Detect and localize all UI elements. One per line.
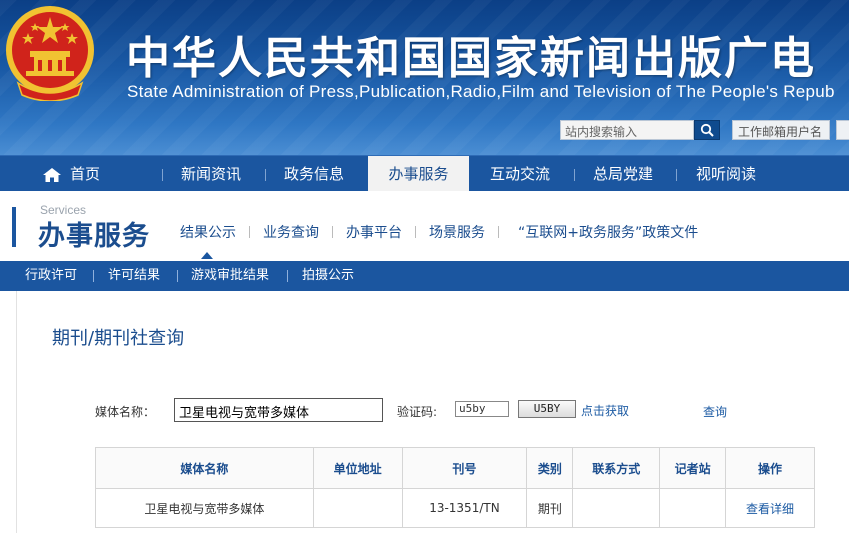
active-subnav-indicator [201,252,213,259]
cell-media-name: 卫星电视与宽带多媒体 [95,488,314,528]
site-search-input[interactable]: 站内搜索输入 [560,120,694,140]
cell-address [312,488,403,528]
tab-separator [93,270,94,282]
tab-license-results[interactable]: 许可结果 [108,261,160,291]
refresh-captcha-link[interactable]: 点击获取 [581,402,629,419]
search-button[interactable] [694,120,720,140]
nav-item-interaction[interactable]: 互动交流 [490,156,550,192]
table-row: 卫星电视与宽带多媒体 13-1351/TN 期刊 查看详细 [95,488,815,528]
subnav-separator [415,226,416,238]
tab-separator [287,270,288,282]
subnav-separator [332,226,333,238]
media-name-label: 媒体名称： [95,405,156,419]
main-nav: 首页 新闻资讯 政务信息 办事服务 互动交流 总局党建 视听阅读 [0,155,849,192]
page: 中华人民共和国国家新闻出版广电 State Administration of … [0,0,849,533]
column-header: 联系方式 [572,447,661,489]
nav-item-services[interactable]: 办事服务 [368,156,469,192]
tab-game-approval-results[interactable]: 游戏审批结果 [191,261,269,291]
nav-separator [574,169,575,181]
tab-administrative-licensing[interactable]: 行政许可 [25,261,77,291]
nav-item-home[interactable]: 首页 [42,156,100,192]
captcha-label: 验证码: [397,405,438,419]
subnav-separator [498,226,499,238]
site-title-cn: 中华人民共和国国家新闻出版广电 [126,33,816,84]
column-header: 类别 [526,447,574,489]
work-mail-username-input[interactable]: 工作邮箱用户名 [732,120,830,140]
subnav-item-service-platform[interactable]: 办事平台 [346,222,402,242]
section-title-cn: 办事服务 [38,221,150,252]
subnav-item-results[interactable]: 结果公示 [180,222,236,242]
nav-item-government-info[interactable]: 政务信息 [284,156,344,192]
nav-item-news[interactable]: 新闻资讯 [181,156,241,192]
column-header: 媒体名称 [95,447,314,489]
column-header: 单位地址 [312,447,403,489]
section-accent-bar [12,207,16,247]
captcha-input[interactable]: u5by [455,401,509,417]
national-emblem-icon [6,6,94,101]
home-icon [43,167,61,182]
cell-contact [572,488,661,528]
subnav-item-business-query[interactable]: 业务查询 [263,222,319,242]
column-header: 记者站 [659,447,727,489]
view-details-link[interactable]: 查看详细 [725,488,815,528]
mail-password-input[interactable] [836,120,849,140]
cell-category: 期刊 [526,488,574,528]
nav-separator [265,169,266,181]
column-header: 操作 [725,447,815,489]
tab-separator [177,270,178,282]
nav-separator [676,169,677,181]
subnav-item-policy-documents[interactable]: “互联网+政务服务”政策文件 [518,222,698,242]
query-button[interactable]: 查询 [703,403,727,420]
secondary-nav: 行政许可 许可结果 游戏审批结果 拍摄公示 [0,261,849,291]
cell-issue-number: 13-1351/TN [401,488,528,528]
page-title: 期刊/期刊社查询 [52,328,185,349]
captcha-image[interactable]: U5BY [518,400,576,418]
nav-separator [162,169,163,181]
table-header-row: 媒体名称 单位地址 刊号 类别 联系方式 记者站 操作 [95,447,815,489]
cell-reporter-station [659,488,727,528]
nav-item-label: 首页 [70,165,101,183]
subnav-separator [249,226,250,238]
column-header: 刊号 [401,447,528,489]
nav-item-audiovisual-reading[interactable]: 视听阅读 [696,156,756,192]
subnav-item-scene-service[interactable]: 场景服务 [429,222,485,242]
search-icon [700,123,714,137]
site-header: 中华人民共和国国家新闻出版广电 State Administration of … [0,0,849,155]
tab-filming-notice[interactable]: 拍摄公示 [302,261,354,291]
media-name-input[interactable]: 卫星电视与宽带多媒体 [174,398,383,422]
site-title-en: State Administration of Press,Publicatio… [127,82,835,101]
nav-item-party-building[interactable]: 总局党建 [593,156,653,192]
results-table: 媒体名称 单位地址 刊号 类别 联系方式 记者站 操作 卫星电视与宽带多媒体 1… [95,447,815,528]
